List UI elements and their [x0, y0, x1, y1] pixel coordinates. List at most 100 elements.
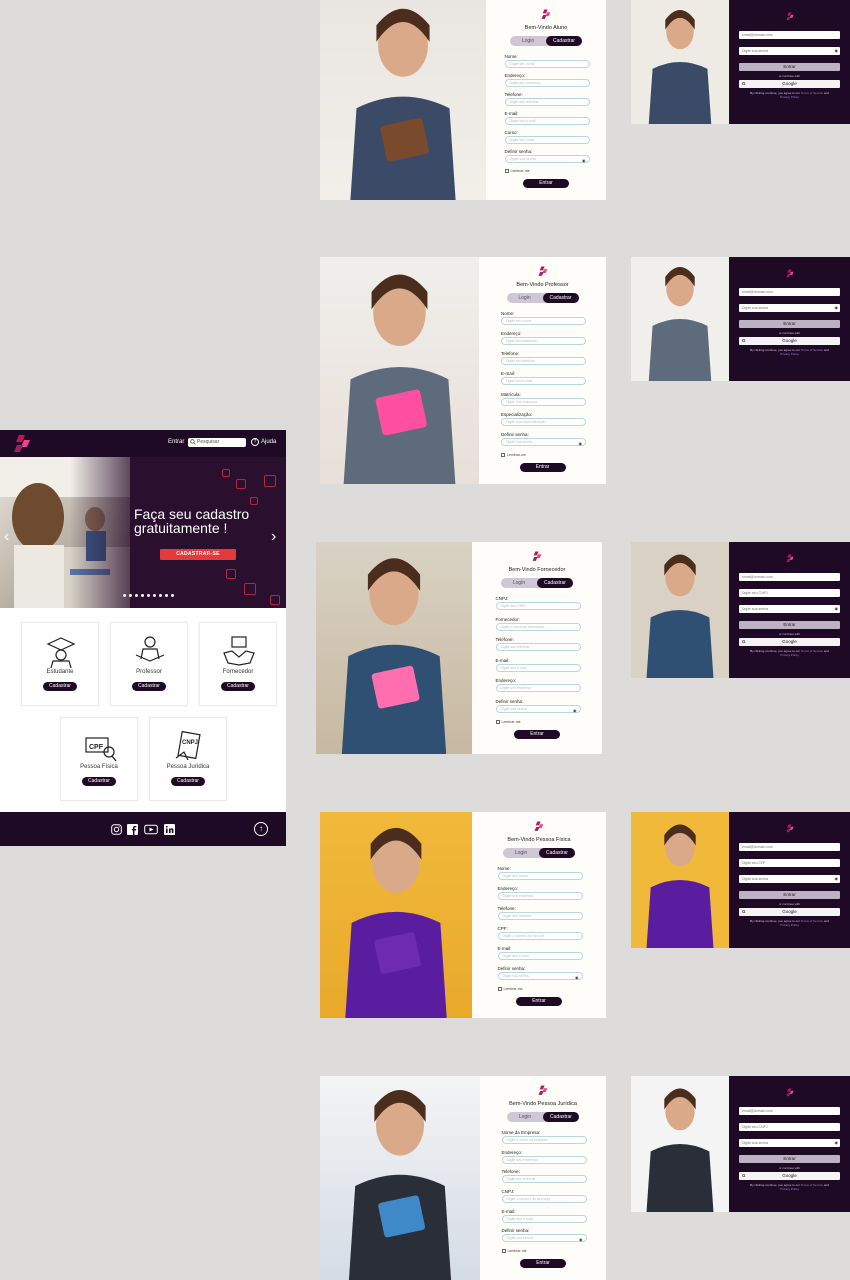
password-field[interactable]: Digite sua senha ◉ — [739, 304, 840, 312]
tab-register[interactable]: Cadastrar — [546, 36, 582, 46]
carousel-prev-icon[interactable]: ‹ — [4, 529, 9, 545]
google-login-button[interactable]: G Google — [739, 1172, 840, 1180]
carousel-dot[interactable] — [147, 594, 150, 597]
checkbox-box[interactable] — [495, 720, 500, 724]
password-field[interactable]: Digite sua senha ◉ — [501, 437, 586, 447]
google-login-button[interactable]: G Google — [739, 80, 840, 88]
register-teacher-button[interactable]: Cadastrar — [132, 682, 166, 691]
carousel-dot[interactable] — [165, 594, 168, 597]
text-field[interactable]: Digite seu curso — [504, 136, 590, 144]
text-field[interactable]: Digite seu e-mail — [501, 377, 586, 386]
eye-icon[interactable]: ◉ — [579, 440, 583, 447]
register-student-button[interactable]: Cadastrar — [43, 682, 77, 691]
text-field[interactable]: Digite sua especialização — [501, 417, 586, 426]
login-enter-button[interactable]: Entrar — [739, 63, 840, 71]
instagram-icon[interactable] — [111, 824, 122, 835]
submit-button[interactable]: Entrar — [523, 179, 569, 188]
email-field[interactable]: email@domain.com — [739, 843, 840, 851]
submit-button[interactable]: Entrar — [519, 463, 566, 472]
text-field[interactable]: Digite seu CPF — [739, 859, 840, 867]
tab-register[interactable]: Cadastrar — [543, 1112, 579, 1122]
text-field[interactable]: Digite seu telefone — [504, 98, 590, 106]
text-field[interactable]: Digite seu nome — [501, 317, 586, 325]
remember-me-checkbox[interactable]: Lembrar-me — [495, 720, 521, 724]
login-enter-button[interactable]: Entrar — [739, 891, 840, 899]
eye-icon[interactable]: ◉ — [575, 974, 579, 981]
register-company-button[interactable]: Cadastrar — [171, 777, 205, 786]
tab-register[interactable]: Cadastrar — [539, 848, 575, 858]
eye-icon[interactable]: ◉ — [835, 47, 839, 55]
password-field[interactable]: Digite sua senha ◉ — [739, 605, 840, 613]
text-field[interactable]: Digite seu e-mail — [495, 663, 581, 672]
eye-icon[interactable]: ◉ — [835, 304, 839, 312]
register-individual-button[interactable]: Cadastrar — [82, 777, 116, 786]
text-field[interactable]: Digite seu CNPJ — [739, 1123, 840, 1131]
text-field[interactable]: Digite seu telefone — [501, 1175, 587, 1184]
help-link[interactable]: ? Ajuda — [251, 438, 276, 446]
google-login-button[interactable]: G Google — [739, 908, 840, 916]
password-field[interactable]: Digite sua senha ◉ — [497, 972, 583, 981]
google-login-button[interactable]: G Google — [739, 638, 840, 646]
tab-register[interactable]: Cadastrar — [542, 293, 579, 303]
tab-login[interactable]: Login — [507, 293, 543, 303]
password-field[interactable]: Digite sua senha ◉ — [739, 47, 840, 55]
facebook-icon[interactable] — [127, 824, 138, 835]
password-field[interactable]: Digite sua senha ◉ — [739, 1139, 840, 1147]
checkbox-box[interactable] — [501, 453, 505, 457]
terms-link[interactable]: Terms of Service — [801, 649, 823, 653]
remember-me-checkbox[interactable]: Lembrar-me — [497, 987, 523, 991]
submit-button[interactable]: Entrar — [516, 997, 562, 1006]
privacy-link[interactable]: Privacy Policy — [780, 95, 799, 99]
tab-register[interactable]: Cadastrar — [537, 578, 573, 588]
text-field[interactable]: Digite seu telefone — [501, 357, 586, 366]
text-field[interactable]: Digite seu nome — [504, 60, 590, 68]
text-field[interactable]: Digite o nome da empresa — [501, 1136, 587, 1144]
text-field[interactable]: Digite seu endereço — [495, 684, 581, 692]
back-to-top-icon[interactable]: ↑ — [254, 822, 268, 836]
email-field[interactable]: email@domain.com — [739, 288, 840, 296]
register-supplier-button[interactable]: Cadastrar — [221, 682, 255, 691]
carousel-dot[interactable] — [153, 594, 156, 597]
text-field[interactable]: Digite seu e-mail — [497, 952, 583, 960]
email-field[interactable]: email@domain.com — [739, 1107, 840, 1115]
text-field[interactable]: Digite seu CNPJ — [495, 602, 581, 610]
signup-cta-button[interactable]: CADASTRAR-SE — [160, 549, 236, 560]
remember-me-checkbox[interactable]: Lembrar-me — [504, 169, 530, 173]
text-field[interactable]: Digite seu endereço — [501, 1155, 587, 1164]
eye-icon[interactable]: ◉ — [835, 605, 839, 613]
checkbox-box[interactable] — [504, 169, 509, 173]
eye-icon[interactable]: ◉ — [582, 157, 586, 164]
youtube-icon[interactable] — [144, 824, 158, 835]
privacy-link[interactable]: Privacy Policy — [780, 1187, 799, 1191]
password-field[interactable]: Digite sua senha ◉ — [739, 875, 840, 883]
terms-link[interactable]: Terms of Service — [801, 348, 823, 352]
carousel-dot[interactable] — [159, 594, 162, 597]
tab-login[interactable]: Login — [507, 1112, 543, 1122]
privacy-link[interactable]: Privacy Policy — [780, 352, 799, 356]
password-field[interactable]: Digite sua senha ◉ — [504, 155, 590, 164]
text-field[interactable]: Digite seu telefone — [495, 643, 581, 651]
terms-link[interactable]: Terms of Service — [801, 1183, 823, 1187]
checkbox-box[interactable] — [501, 1249, 506, 1253]
privacy-link[interactable]: Privacy Policy — [780, 653, 799, 657]
carousel-dot[interactable] — [129, 594, 132, 597]
search-input[interactable]: Pesquisar — [188, 438, 246, 447]
remember-me-checkbox[interactable]: Lembrar-me — [501, 453, 526, 457]
text-field[interactable]: Digite seu endereço — [504, 79, 590, 87]
privacy-link[interactable]: Privacy Policy — [780, 923, 799, 927]
terms-link[interactable]: Terms of Service — [801, 919, 823, 923]
submit-button[interactable]: Entrar — [514, 730, 560, 739]
text-field[interactable]: Digite o número do seu cpf — [497, 932, 583, 940]
checkbox-box[interactable] — [497, 987, 502, 991]
login-enter-button[interactable]: Entrar — [739, 621, 840, 629]
carousel-dot[interactable] — [123, 594, 126, 597]
terms-link[interactable]: Terms of Service — [801, 91, 823, 95]
password-field[interactable]: Digite sua senha ◉ — [501, 1234, 587, 1243]
text-field[interactable]: Digite seu endereço — [497, 892, 583, 900]
carousel-dot[interactable] — [171, 594, 174, 597]
text-field[interactable]: Digite seu nome — [497, 872, 583, 880]
brand-logo-icon[interactable] — [13, 434, 33, 454]
text-field[interactable]: Digite o nome do fornecedor — [495, 622, 581, 631]
tab-login[interactable]: Login — [503, 848, 539, 858]
carousel-dot[interactable] — [135, 594, 138, 597]
